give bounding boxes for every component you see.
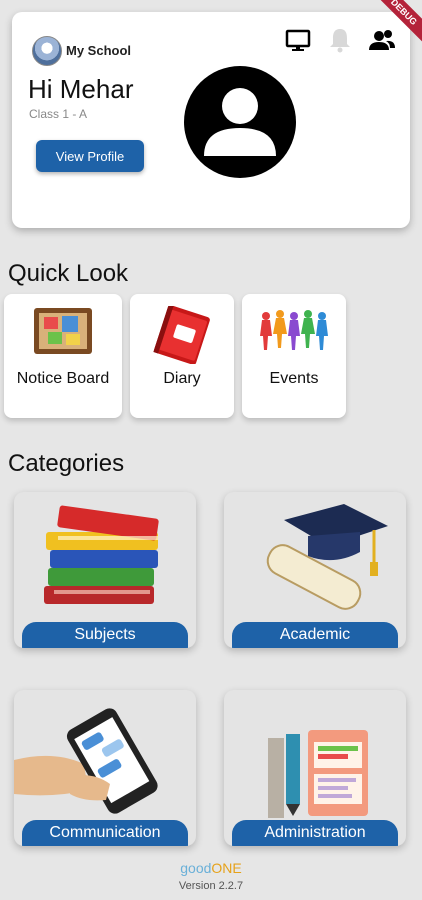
quick-item-diary[interactable]: Diary — [130, 294, 234, 418]
brand-one: ONE — [211, 860, 242, 876]
users-icon[interactable] — [368, 26, 396, 54]
greeting: Hi Mehar — [28, 74, 134, 104]
notice-board-icon — [34, 308, 92, 354]
school-name: My School — [66, 43, 132, 58]
category-subjects[interactable]: Subjects — [14, 492, 196, 648]
quick-look-title: Quick Look — [8, 260, 129, 287]
brand-good: good — [180, 860, 212, 876]
avatar-icon[interactable] — [184, 66, 296, 178]
categories-title: Categories — [8, 450, 125, 477]
monitor-icon[interactable] — [284, 26, 312, 54]
quick-item-events[interactable]: Events — [242, 294, 346, 418]
profile-card: My School Hi Mehar Class 1 - A View Prof… — [12, 12, 410, 228]
category-label: Communication — [22, 820, 188, 846]
school-logo-icon — [32, 36, 62, 66]
category-communication[interactable]: Communication — [14, 690, 196, 846]
quick-item-label: Events — [269, 370, 319, 387]
category-academic[interactable]: Academic — [224, 492, 406, 648]
diary-icon — [153, 306, 210, 364]
class-info: Class 1 - A — [29, 107, 88, 121]
app-version: Version 2.2.7 — [178, 880, 244, 892]
category-label: Subjects — [22, 622, 188, 648]
view-profile-button[interactable]: View Profile — [36, 140, 144, 172]
category-label: Administration — [232, 820, 398, 846]
bell-icon[interactable] — [326, 26, 354, 54]
quick-item-notice-board[interactable]: Notice Board — [4, 294, 122, 418]
events-icon — [260, 310, 328, 350]
category-administration[interactable]: Administration — [224, 690, 406, 846]
category-label: Academic — [232, 622, 398, 648]
quick-item-label: Notice Board — [16, 370, 110, 387]
brand-logo: goodONE — [0, 860, 422, 876]
quick-item-label: Diary — [163, 370, 201, 387]
